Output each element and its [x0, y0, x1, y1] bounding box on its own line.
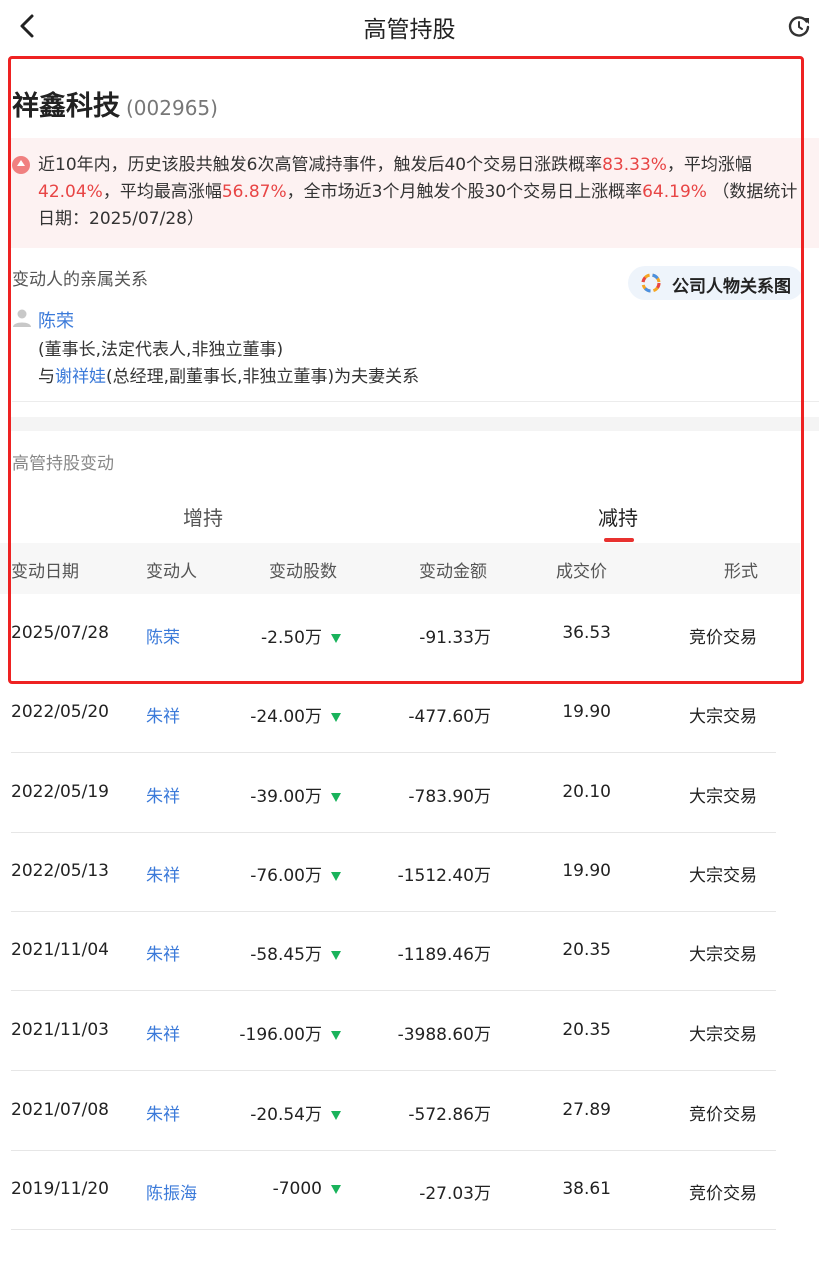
row-date: 2022/05/19: [11, 782, 109, 802]
row-amount: -783.90万: [408, 787, 491, 807]
row-person-link[interactable]: 朱祥: [146, 1020, 180, 1045]
row-form: 竞价交易: [689, 1184, 757, 1204]
row-amount: -1189.46万: [397, 945, 491, 965]
row-shares: -58.45万: [250, 940, 341, 965]
row-price: 20.35: [562, 1020, 611, 1040]
page-title: 高管持股: [363, 17, 456, 43]
top-bar: 高管持股: [0, 0, 819, 52]
row-form: 大宗交易: [689, 707, 757, 727]
row-person-link[interactable]: 朱祥: [146, 861, 180, 886]
row-form: 竞价交易: [689, 1105, 757, 1125]
table-row: 2019/11/20 陈振海 -7000 -27.03万 38.61 竞价交易: [0, 1150, 800, 1230]
row-amount: -1512.40万: [397, 866, 491, 886]
row-date: 2022/05/20: [11, 702, 109, 722]
row-amount: -572.86万: [408, 1105, 491, 1125]
row-form: 大宗交易: [689, 787, 757, 807]
row-date: 2021/07/08: [11, 1100, 109, 1120]
row-shares-value: -20.54万: [250, 1105, 322, 1125]
row-price: 20.35: [562, 940, 611, 960]
row-form: 大宗交易: [689, 1025, 757, 1045]
row-divider: [11, 1229, 776, 1230]
table-row: 2021/07/08 朱祥 -20.54万 -572.86万 27.89 竞价交易: [0, 1071, 800, 1151]
row-shares-value: -58.45万: [250, 945, 322, 965]
row-shares: -196.00万: [239, 1020, 341, 1045]
row-shares: -24.00万: [250, 702, 341, 727]
row-price: 19.90: [562, 861, 611, 881]
triangle-down-icon: [331, 1110, 341, 1120]
row-shares: -7000: [273, 1179, 341, 1199]
row-amount: -3988.60万: [397, 1025, 491, 1045]
table-row: 2022/05/13 朱祥 -76.00万 -1512.40万 19.90 大宗交易: [0, 832, 800, 912]
row-shares-value: -196.00万: [239, 1025, 322, 1045]
row-shares-value: -76.00万: [250, 866, 322, 886]
highlight-frame: [8, 56, 804, 684]
row-form: 大宗交易: [689, 866, 757, 886]
row-price: 27.89: [562, 1100, 611, 1120]
row-shares: -20.54万: [250, 1100, 341, 1125]
triangle-down-icon: [331, 950, 341, 960]
triangle-down-icon: [331, 871, 341, 881]
row-date: 2021/11/03: [11, 1020, 109, 1040]
row-shares-value: -39.00万: [250, 787, 322, 807]
row-person-link[interactable]: 朱祥: [146, 782, 180, 807]
row-person-link[interactable]: 朱祥: [146, 940, 180, 965]
row-shares: -39.00万: [250, 782, 341, 807]
row-person-link[interactable]: 陈振海: [146, 1179, 197, 1204]
row-shares: -76.00万: [250, 861, 341, 886]
row-shares-value: -24.00万: [250, 707, 322, 727]
table-row: 2022/05/20 朱祥 -24.00万 -477.60万 19.90 大宗交易: [0, 673, 800, 753]
row-price: 38.61: [562, 1179, 611, 1199]
triangle-down-icon: [331, 1030, 341, 1040]
row-price: 20.10: [562, 782, 611, 802]
row-shares-value: -7000: [272, 1179, 322, 1199]
table-row: 2021/11/03 朱祥 -196.00万 -3988.60万 20.35 大宗交易: [0, 991, 800, 1071]
refresh-icon[interactable]: [786, 14, 812, 40]
row-date: 2021/11/04: [11, 940, 109, 960]
triangle-down-icon: [331, 792, 341, 802]
row-person-link[interactable]: 朱祥: [146, 1100, 180, 1125]
table-row: 2021/11/04 朱祥 -58.45万 -1189.46万 20.35 大宗交易: [0, 911, 800, 991]
row-date: 2019/11/20: [11, 1179, 109, 1199]
triangle-down-icon: [331, 1184, 341, 1194]
row-amount: -27.03万: [419, 1184, 491, 1204]
row-person-link[interactable]: 朱祥: [146, 702, 180, 727]
row-amount: -477.60万: [408, 707, 491, 727]
row-date: 2022/05/13: [11, 861, 109, 881]
triangle-down-icon: [331, 712, 341, 722]
row-price: 19.90: [562, 702, 611, 722]
row-form: 大宗交易: [689, 945, 757, 965]
table-row: 2022/05/19 朱祥 -39.00万 -783.90万 20.10 大宗交易: [0, 753, 800, 833]
